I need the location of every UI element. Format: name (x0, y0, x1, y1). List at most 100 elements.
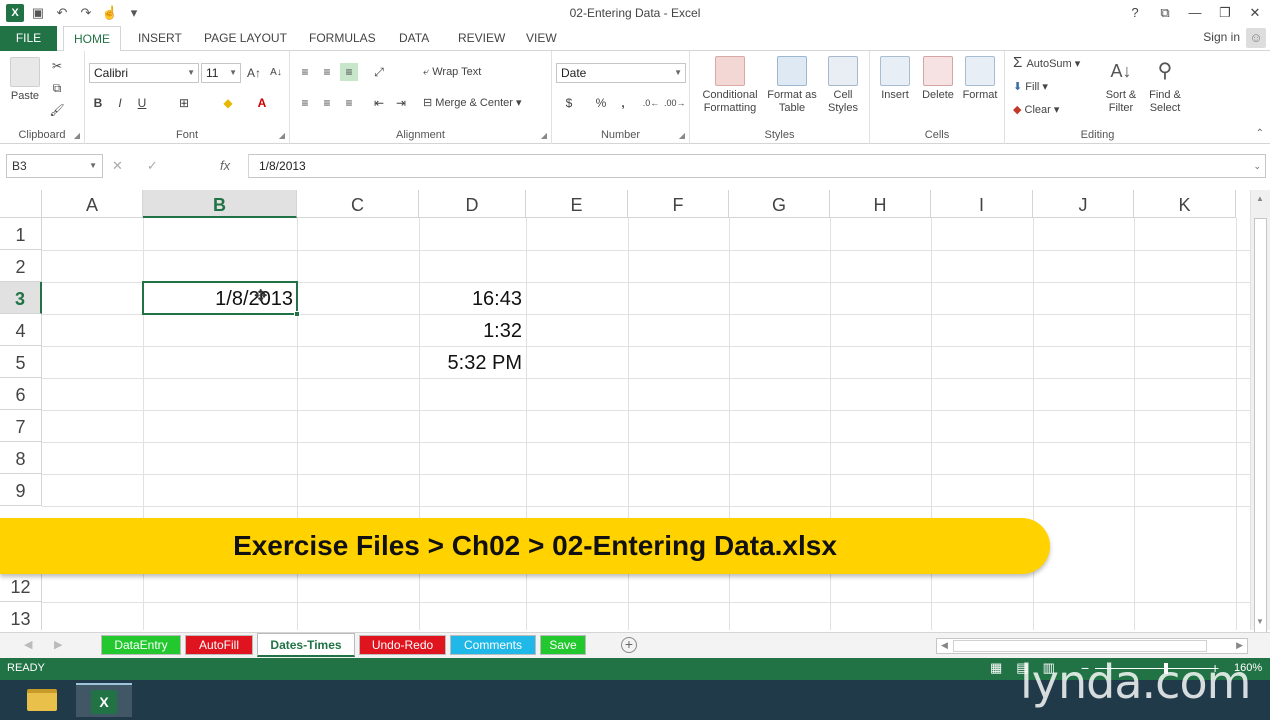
collapse-ribbon-icon[interactable]: ⌃ (1256, 128, 1264, 139)
insert-function-button[interactable]: fx (220, 154, 230, 178)
column-header-g[interactable]: G (729, 190, 830, 218)
sort-filter-button[interactable]: A↓ Sort & Filter (1101, 56, 1141, 115)
column-header-k[interactable]: K (1134, 190, 1236, 218)
row-header-4[interactable]: 4 (0, 314, 42, 346)
underline-button[interactable]: U (133, 94, 151, 112)
ribbon-display-icon[interactable]: ⧉ (1154, 3, 1176, 23)
sheet-tab-dates-times[interactable]: Dates-Times (257, 633, 355, 657)
fill-color-icon[interactable]: ◆ (219, 94, 237, 112)
normal-view-icon[interactable]: ▦ (990, 660, 1002, 676)
currency-button[interactable]: $ (560, 94, 578, 112)
cell-d3[interactable]: 16:43 (419, 283, 526, 315)
paste-button[interactable]: Paste (6, 57, 44, 103)
delete-cells-button[interactable]: Delete (918, 56, 958, 102)
name-box[interactable]: B3 ▼ (6, 154, 103, 178)
scroll-down-icon[interactable]: ▼ (1256, 617, 1264, 626)
copy-icon[interactable]: ⧉ (48, 79, 66, 97)
restore-icon[interactable]: ❐ (1214, 3, 1236, 23)
alignment-launcher-icon[interactable]: ◢ (541, 131, 547, 140)
cancel-icon[interactable]: ✕ (112, 154, 123, 178)
column-header-h[interactable]: H (830, 190, 931, 218)
row-header-12[interactable]: 12 (0, 570, 42, 602)
tab-page-layout[interactable]: PAGE LAYOUT (194, 26, 297, 51)
cut-icon[interactable]: ✂ (48, 57, 66, 75)
column-header-f[interactable]: F (628, 190, 729, 218)
grow-font-icon[interactable]: A↑ (245, 64, 263, 82)
scroll-up-icon[interactable]: ▲ (1256, 194, 1264, 203)
fill-button[interactable]: ⬇ Fill ▾ (1013, 81, 1048, 94)
percent-button[interactable]: % (592, 94, 610, 112)
column-header-j[interactable]: J (1033, 190, 1134, 218)
increase-decimal-icon[interactable]: .0← (642, 94, 660, 112)
scroll-thumb[interactable] (1254, 218, 1267, 638)
clear-button[interactable]: ◆ Clear ▾ (1013, 104, 1059, 117)
enter-icon[interactable]: ✓ (147, 154, 158, 178)
sheet-tab-autofill[interactable]: AutoFill (185, 635, 253, 655)
horizontal-scrollbar[interactable]: ◀ ▶ (936, 638, 1248, 654)
decrease-decimal-icon[interactable]: .00→ (664, 94, 686, 112)
cell-d4[interactable]: 1:32 (419, 315, 526, 347)
cell-d5[interactable]: 5:32 PM (419, 347, 526, 379)
tab-data[interactable]: DATA (389, 26, 439, 51)
clipboard-launcher-icon[interactable]: ◢ (74, 131, 80, 140)
avatar[interactable]: ☺ (1246, 28, 1266, 48)
tab-file[interactable]: FILE (0, 26, 57, 51)
align-right-icon[interactable]: ≡ (340, 94, 358, 112)
row-header-13[interactable]: 13 (0, 602, 42, 630)
row-header-3[interactable]: 3 (0, 282, 42, 314)
comma-button[interactable]: , (614, 94, 632, 112)
align-center-icon[interactable]: ≡ (318, 94, 336, 112)
close-icon[interactable]: ✕ (1244, 3, 1266, 23)
tab-home[interactable]: HOME (63, 26, 121, 52)
number-format-select[interactable]: Date ▼ (556, 63, 686, 83)
conditional-formatting-button[interactable]: Conditional Formatting (696, 56, 764, 115)
add-sheet-button[interactable]: + (621, 637, 637, 653)
row-header-5[interactable]: 5 (0, 346, 42, 378)
italic-button[interactable]: I (111, 94, 129, 112)
column-header-d[interactable]: D (419, 190, 526, 218)
select-all-button[interactable] (0, 190, 42, 218)
sign-in-link[interactable]: Sign in (1203, 30, 1240, 44)
format-painter-icon[interactable]: 🖌 (48, 101, 66, 119)
expand-formula-icon[interactable]: ⌄ (1253, 155, 1261, 177)
format-cells-button[interactable]: Format (959, 56, 1001, 102)
row-header-1[interactable]: 1 (0, 218, 42, 250)
scroll-thumb[interactable] (953, 640, 1207, 652)
top-align-icon[interactable]: ≡ (296, 63, 314, 81)
next-sheet-icon[interactable]: ▶ (54, 638, 62, 651)
tab-insert[interactable]: INSERT (128, 26, 192, 51)
merge-center-button[interactable]: ⊟ Merge & Center ▾ (423, 97, 522, 110)
taskbar-file-explorer[interactable] (14, 683, 70, 717)
middle-align-icon[interactable]: ≡ (318, 63, 336, 81)
scroll-right-icon[interactable]: ▶ (1236, 640, 1243, 651)
row-header-6[interactable]: 6 (0, 378, 42, 410)
scroll-left-icon[interactable]: ◀ (941, 640, 948, 651)
row-header-7[interactable]: 7 (0, 410, 42, 442)
row-header-8[interactable]: 8 (0, 442, 42, 474)
row-header-2[interactable]: 2 (0, 250, 42, 282)
align-left-icon[interactable]: ≡ (296, 94, 314, 112)
insert-cells-button[interactable]: Insert (874, 56, 916, 102)
cell-styles-button[interactable]: Cell Styles (820, 56, 866, 115)
sheet-tab-comments[interactable]: Comments (450, 635, 536, 655)
orientation-icon[interactable]: ⤢ (370, 63, 388, 81)
borders-icon[interactable]: ⊞ (175, 94, 193, 112)
number-launcher-icon[interactable]: ◢ (679, 131, 685, 140)
column-header-e[interactable]: E (526, 190, 628, 218)
decrease-indent-icon[interactable]: ⇤ (370, 94, 388, 112)
font-size-select[interactable]: 11 ▼ (201, 63, 241, 83)
column-header-a[interactable]: A (42, 190, 143, 218)
column-header-c[interactable]: C (297, 190, 419, 218)
vertical-scrollbar[interactable]: ▲ ▼ (1250, 190, 1270, 638)
find-select-button[interactable]: ⚲ Find & Select (1143, 56, 1187, 115)
sheet-tab-save[interactable]: Save (540, 635, 586, 655)
sheet-tab-undo-redo[interactable]: Undo-Redo (359, 635, 446, 655)
taskbar-excel[interactable]: X (76, 683, 132, 717)
bold-button[interactable]: B (89, 94, 107, 112)
autosum-button[interactable]: Σ AutoSum ▾ (1013, 55, 1080, 71)
minimize-icon[interactable]: — (1184, 3, 1206, 23)
font-name-select[interactable]: Calibri ▼ (89, 63, 199, 83)
tab-view[interactable]: VIEW (516, 26, 567, 51)
formula-input[interactable]: 1/8/2013 ⌄ (248, 154, 1266, 178)
tab-formulas[interactable]: FORMULAS (299, 26, 386, 51)
